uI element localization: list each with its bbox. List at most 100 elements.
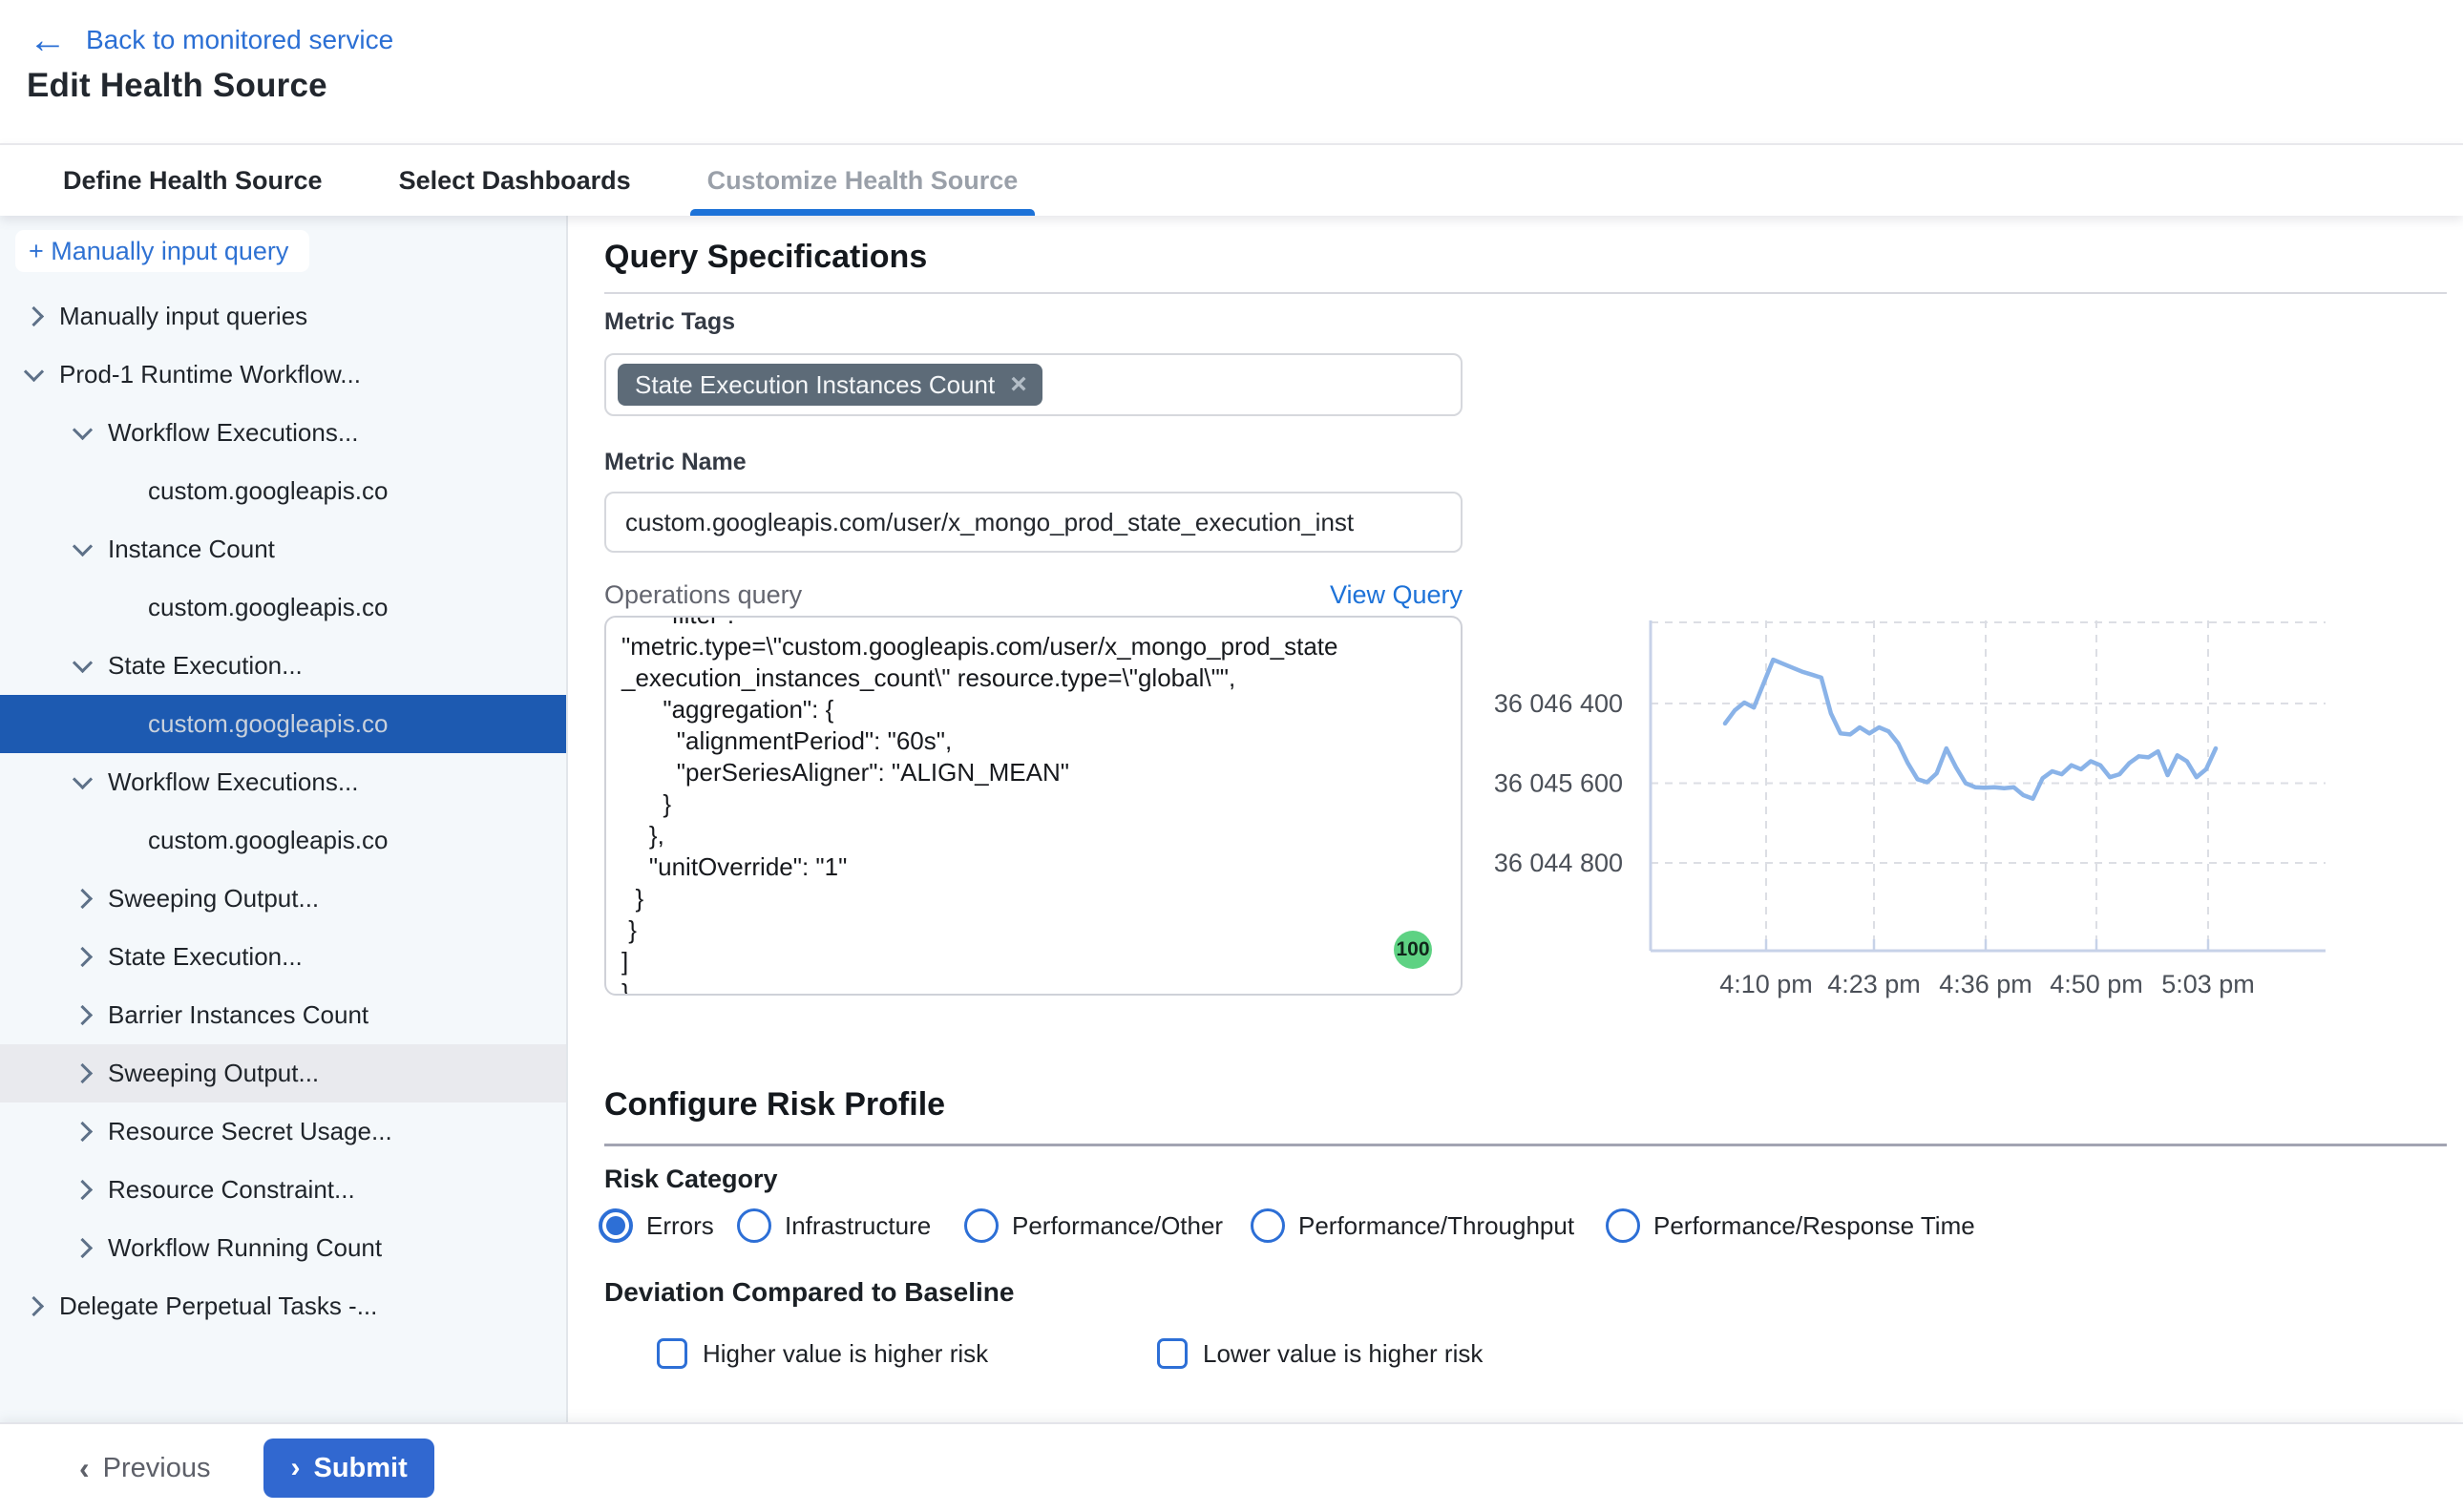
tree-item-label: Workflow Running Count bbox=[108, 1233, 382, 1263]
metric-tag-chip: State Execution Instances Count × bbox=[618, 364, 1042, 406]
tree-item-label: State Execution... bbox=[108, 651, 303, 681]
risk-category-radio-infrastructure[interactable]: Infrastructure bbox=[737, 1208, 931, 1243]
metric-tags-label: Metric Tags bbox=[604, 308, 735, 336]
radio-unselected-icon[interactable] bbox=[1606, 1208, 1640, 1243]
operations-query-text: "filter": "metric.type=\"custom.googleap… bbox=[621, 616, 1461, 996]
tree-item-sweeping-output[interactable]: Sweeping Output... bbox=[0, 1044, 568, 1102]
chevron-right-icon[interactable] bbox=[73, 1180, 93, 1200]
tree-item-label: Resource Constraint... bbox=[108, 1175, 355, 1205]
radio-label: Performance/Throughput bbox=[1298, 1211, 1574, 1241]
metric-name-input[interactable]: custom.googleapis.com/user/x_mongo_prod_… bbox=[604, 492, 1463, 553]
checkbox-icon[interactable] bbox=[657, 1338, 687, 1369]
operations-query-label: Operations query bbox=[604, 580, 802, 610]
chevron-right-icon[interactable] bbox=[24, 306, 44, 326]
checkbox-label: Higher value is higher risk bbox=[703, 1339, 988, 1369]
metric-tags-input[interactable]: State Execution Instances Count × bbox=[604, 353, 1463, 416]
tree-item-state-execution[interactable]: State Execution... bbox=[0, 928, 568, 986]
checkbox-label: Lower value is higher risk bbox=[1203, 1339, 1483, 1369]
tab-select-dashboards[interactable]: Select Dashboards bbox=[384, 145, 646, 216]
radio-selected-icon[interactable] bbox=[599, 1208, 633, 1243]
chevron-down-icon[interactable] bbox=[24, 362, 44, 382]
chevron-right-icon[interactable] bbox=[24, 1296, 44, 1316]
chip-remove-icon[interactable]: × bbox=[1010, 370, 1027, 399]
metric-tag-chip-label: State Execution Instances Count bbox=[635, 370, 995, 400]
operations-query-textarea[interactable]: "filter": "metric.type=\"custom.googleap… bbox=[604, 616, 1463, 996]
chevron-right-icon[interactable] bbox=[73, 1063, 93, 1083]
x-axis-tick-label: 5:03 pm bbox=[2161, 970, 2255, 998]
tree-item-workflow-executions[interactable]: Workflow Executions... bbox=[0, 404, 568, 462]
risk-category-radio-errors[interactable]: Errors bbox=[599, 1208, 714, 1243]
chart-data-line bbox=[1725, 660, 2216, 799]
chevron-right-icon[interactable] bbox=[73, 889, 93, 909]
tab-define-health-source[interactable]: Define Health Source bbox=[48, 145, 338, 216]
tree-item-label: custom.googleapis.co bbox=[148, 826, 388, 855]
tree-item-state-execution[interactable]: State Execution... bbox=[0, 637, 568, 695]
tree-item-prod-1-runtime-workflow[interactable]: Prod-1 Runtime Workflow... bbox=[0, 346, 568, 404]
tree-item-resource-secret-usage[interactable]: Resource Secret Usage... bbox=[0, 1102, 568, 1161]
risk-category-radio-performance-other[interactable]: Performance/Other bbox=[964, 1208, 1223, 1243]
risk-category-radio-performance-throughput[interactable]: Performance/Throughput bbox=[1251, 1208, 1574, 1243]
tree-item-label: Resource Secret Usage... bbox=[108, 1117, 392, 1146]
tree-item-manually-input-queries[interactable]: Manually input queries bbox=[0, 287, 568, 346]
chevron-down-icon[interactable] bbox=[73, 653, 93, 673]
checkbox-icon[interactable] bbox=[1157, 1338, 1188, 1369]
radio-unselected-icon[interactable] bbox=[737, 1208, 771, 1243]
tree-item-custom-googleapis-co[interactable]: custom.googleapis.co bbox=[0, 695, 568, 753]
records-count-badge: 100 bbox=[1394, 931, 1432, 969]
tree-item-label: Workflow Executions... bbox=[108, 418, 359, 448]
chevron-down-icon[interactable] bbox=[73, 769, 93, 789]
back-to-monitored-service-link[interactable]: ← Back to monitored service bbox=[29, 21, 393, 59]
edit-health-source-dialog: ← Back to monitored service Edit Health … bbox=[0, 0, 2463, 1512]
chevron-down-icon[interactable] bbox=[73, 536, 93, 556]
risk-category-radio-performance-response-time[interactable]: Performance/Response Time bbox=[1606, 1208, 1975, 1243]
chevron-right-icon[interactable] bbox=[73, 1005, 93, 1025]
chevron-right-icon[interactable] bbox=[73, 947, 93, 967]
tree-item-workflow-executions[interactable]: Workflow Executions... bbox=[0, 753, 568, 811]
x-axis-tick-label: 4:10 pm bbox=[1719, 970, 1813, 998]
add-manual-query-button[interactable]: + Manually input query bbox=[15, 230, 309, 272]
chevron-right-icon[interactable] bbox=[73, 1238, 93, 1258]
content-area: + Manually input query Manually input qu… bbox=[0, 216, 2463, 1422]
tree-item-workflow-running-count[interactable]: Workflow Running Count bbox=[0, 1219, 568, 1277]
line-chart: 36 046 40036 045 60036 044 8004:10 pm4:2… bbox=[1461, 611, 2339, 1021]
page-header: ← Back to monitored service Edit Health … bbox=[0, 0, 2463, 143]
tab-customize-health-source[interactable]: Customize Health Source bbox=[692, 145, 1034, 216]
tree-item-label: Workflow Executions... bbox=[108, 767, 359, 797]
deviation-label: Deviation Compared to Baseline bbox=[604, 1277, 1014, 1308]
tree-item-barrier-instances-count[interactable]: Barrier Instances Count bbox=[0, 986, 568, 1044]
radio-unselected-icon[interactable] bbox=[964, 1208, 999, 1243]
tree-item-resource-constraint[interactable]: Resource Constraint... bbox=[0, 1161, 568, 1219]
metric-preview-chart: 36 046 40036 045 60036 044 8004:10 pm4:2… bbox=[1461, 611, 2339, 1021]
back-arrow-icon: ← bbox=[29, 21, 67, 59]
tree-item-label: Sweeping Output... bbox=[108, 884, 319, 914]
x-axis-tick-label: 4:36 pm bbox=[1939, 970, 2032, 998]
tree-item-label: Delegate Perpetual Tasks -... bbox=[59, 1292, 377, 1321]
query-specifications-heading: Query Specifications bbox=[604, 239, 927, 276]
chevron-right-icon: › bbox=[290, 1452, 300, 1484]
radio-dot bbox=[606, 1216, 625, 1235]
chevron-down-icon[interactable] bbox=[73, 420, 93, 440]
operations-query-row: Operations query View Query bbox=[604, 580, 1463, 610]
radio-unselected-icon[interactable] bbox=[1251, 1208, 1285, 1243]
tree-item-label: custom.googleapis.co bbox=[148, 476, 388, 506]
risk-category-radio-group: Errors Infrastructure Performance/Other Per… bbox=[568, 1208, 2463, 1247]
metric-tree: Manually input queriesProd-1 Runtime Wor… bbox=[0, 287, 568, 1335]
tree-item-label: custom.googleapis.co bbox=[148, 593, 388, 622]
page-title: Edit Health Source bbox=[27, 67, 327, 105]
x-axis-tick-label: 4:23 pm bbox=[1827, 970, 1921, 998]
submit-button[interactable]: › Submit bbox=[263, 1438, 433, 1498]
deviation-checkbox-higher-value-is-higher-risk[interactable]: Higher value is higher risk bbox=[657, 1338, 988, 1369]
view-query-link[interactable]: View Query bbox=[1330, 580, 1463, 610]
radio-label: Infrastructure bbox=[785, 1211, 931, 1241]
metric-name-label: Metric Name bbox=[604, 449, 747, 476]
previous-button[interactable]: ‹ Previous bbox=[79, 1451, 210, 1486]
tree-item-instance-count[interactable]: Instance Count bbox=[0, 520, 568, 578]
tree-item-sweeping-output[interactable]: Sweeping Output... bbox=[0, 870, 568, 928]
tree-item-custom-googleapis-co[interactable]: custom.googleapis.co bbox=[0, 578, 568, 637]
deviation-checkbox-lower-value-is-higher-risk[interactable]: Lower value is higher risk bbox=[1157, 1338, 1483, 1369]
radio-label: Errors bbox=[646, 1211, 714, 1241]
tree-item-custom-googleapis-co[interactable]: custom.googleapis.co bbox=[0, 811, 568, 870]
tree-item-delegate-perpetual-tasks[interactable]: Delegate Perpetual Tasks -... bbox=[0, 1277, 568, 1335]
chevron-right-icon[interactable] bbox=[73, 1122, 93, 1142]
tree-item-custom-googleapis-co[interactable]: custom.googleapis.co bbox=[0, 462, 568, 520]
